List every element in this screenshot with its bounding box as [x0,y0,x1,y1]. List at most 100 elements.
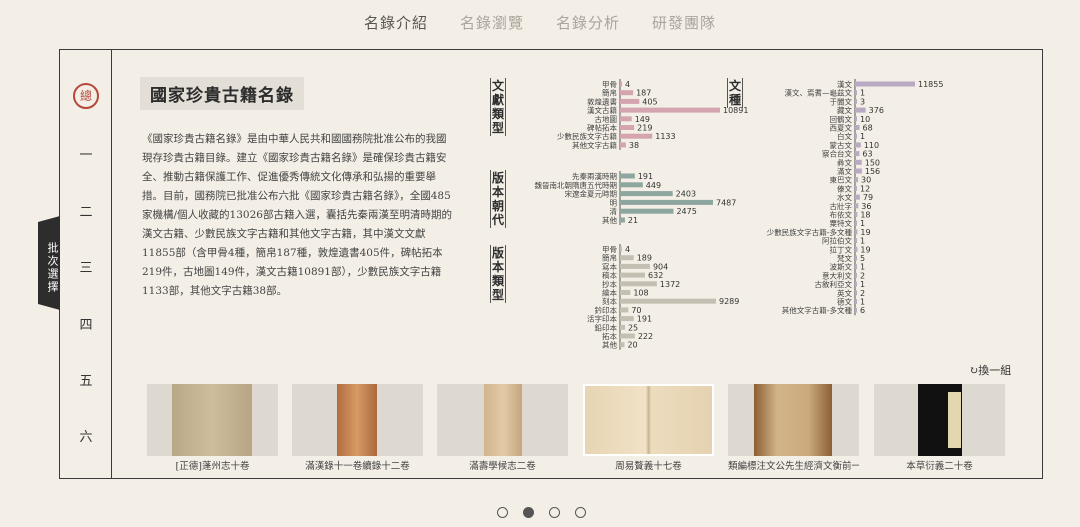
bar[interactable] [620,333,635,339]
thumbnail-caption: 滿壽學候志二卷 [469,461,536,472]
bar-label: 甲骨 [602,80,617,89]
thumbnail-item[interactable]: [正德]蓬州志十卷 [147,384,278,472]
bar[interactable] [855,246,858,252]
bar-value: 1 [860,237,865,246]
bar-value: 20 [627,341,637,350]
book-image[interactable] [728,384,859,456]
bar-label: 東巴文 [830,175,853,185]
bar[interactable] [620,182,643,188]
thumbnail-item[interactable]: 類編標注文公先生經濟文衡前一 [728,384,859,472]
refresh-icon: ↻ [969,364,979,377]
bar[interactable] [855,290,857,296]
bar[interactable] [855,281,857,287]
bar[interactable] [855,194,860,200]
bar[interactable] [855,177,859,183]
bar[interactable] [620,246,622,252]
book-image[interactable] [147,384,278,456]
thumbnail-caption: 本草衍義二十卷 [906,461,973,472]
bar[interactable] [620,107,720,113]
bar[interactable] [855,90,857,96]
book-image[interactable] [583,384,714,456]
bar[interactable] [620,125,635,130]
bar-value: 1 [860,298,865,307]
batch-select-tab[interactable]: 批次選擇 [38,216,60,310]
bar[interactable] [620,298,716,304]
bar[interactable] [855,272,857,278]
bar[interactable] [855,203,859,209]
bar-label: 其他文字古籍-多文種 [782,305,853,315]
bar[interactable] [620,208,674,214]
bar[interactable] [620,342,625,348]
bar[interactable] [620,255,634,261]
bar[interactable] [855,307,857,313]
bar-label: 敦煌遺書 [587,96,617,106]
bar[interactable] [620,98,640,104]
bar[interactable] [620,324,625,330]
bar[interactable] [620,290,631,295]
bar[interactable] [620,173,635,179]
bar[interactable] [855,229,858,235]
bar-label: 彝文 [837,157,852,167]
bar[interactable] [855,185,857,191]
bar[interactable] [855,107,866,113]
bar[interactable] [855,98,857,104]
bar[interactable] [620,272,646,278]
bar[interactable] [620,217,625,223]
bar[interactable] [620,263,650,269]
bar-value: 4 [625,80,630,89]
bar-value: 1 [860,280,865,289]
bar-value: 187 [636,89,651,98]
bar-label: 布依文 [830,210,853,220]
bar-label: 古敘利亞文 [815,279,853,289]
thumbnail-item[interactable]: 周易贅義十七卷 [583,384,714,472]
book-image[interactable] [437,384,568,456]
bar-label: 藏文 [837,105,852,115]
bar-label: 漢文古籍 [587,105,617,115]
bar[interactable] [855,125,860,130]
refresh-button[interactable]: ↻換一組 [969,362,1011,378]
thumbnail-item[interactable]: 滿漢錄十一卷續錄十二卷 [292,384,423,472]
bar[interactable] [620,307,629,313]
page-dot-3[interactable] [549,507,560,518]
bar-value: 222 [638,332,653,341]
bar[interactable] [855,264,857,270]
bar-label: 鉛印本 [595,322,618,332]
bar[interactable] [855,238,857,244]
book-image[interactable] [292,384,423,456]
bar[interactable] [620,191,673,197]
bar[interactable] [620,116,632,122]
bar[interactable] [855,151,860,157]
page-dot-4[interactable] [575,507,586,518]
bar[interactable] [855,159,862,165]
bar[interactable] [855,168,862,174]
bar[interactable] [620,281,657,287]
nav-browse[interactable]: 名錄瀏覽 [460,12,524,33]
bar[interactable] [855,255,857,261]
page-dot-2[interactable] [523,507,534,518]
batch-6[interactable]: 六 [60,426,112,445]
bar[interactable] [855,220,857,226]
page-dot-1[interactable] [497,507,508,518]
nav-analysis[interactable]: 名錄分析 [556,12,620,33]
bar[interactable] [855,299,857,304]
bar[interactable] [855,212,858,217]
nav-intro[interactable]: 名錄介紹 [364,12,428,33]
thumbnail-item[interactable]: 本草衍義二十卷 [874,384,1005,472]
bar[interactable] [855,81,915,87]
bar-value: 10 [860,115,870,124]
bar[interactable] [620,90,634,96]
bar[interactable] [620,133,653,139]
bar-value: 3 [860,97,865,106]
bar-label: 其他 [602,340,617,350]
bar-label: 清 [610,206,618,216]
bar[interactable] [855,133,857,139]
bar[interactable] [620,142,626,148]
book-image[interactable] [874,384,1005,456]
thumbnail-item[interactable]: 滿壽學候志二卷 [437,384,568,472]
nav-team[interactable]: 研發團隊 [652,12,716,33]
bar[interactable] [855,116,857,122]
bar[interactable] [620,316,634,322]
bar[interactable] [855,142,861,148]
bar[interactable] [620,81,622,87]
bar[interactable] [620,199,713,205]
